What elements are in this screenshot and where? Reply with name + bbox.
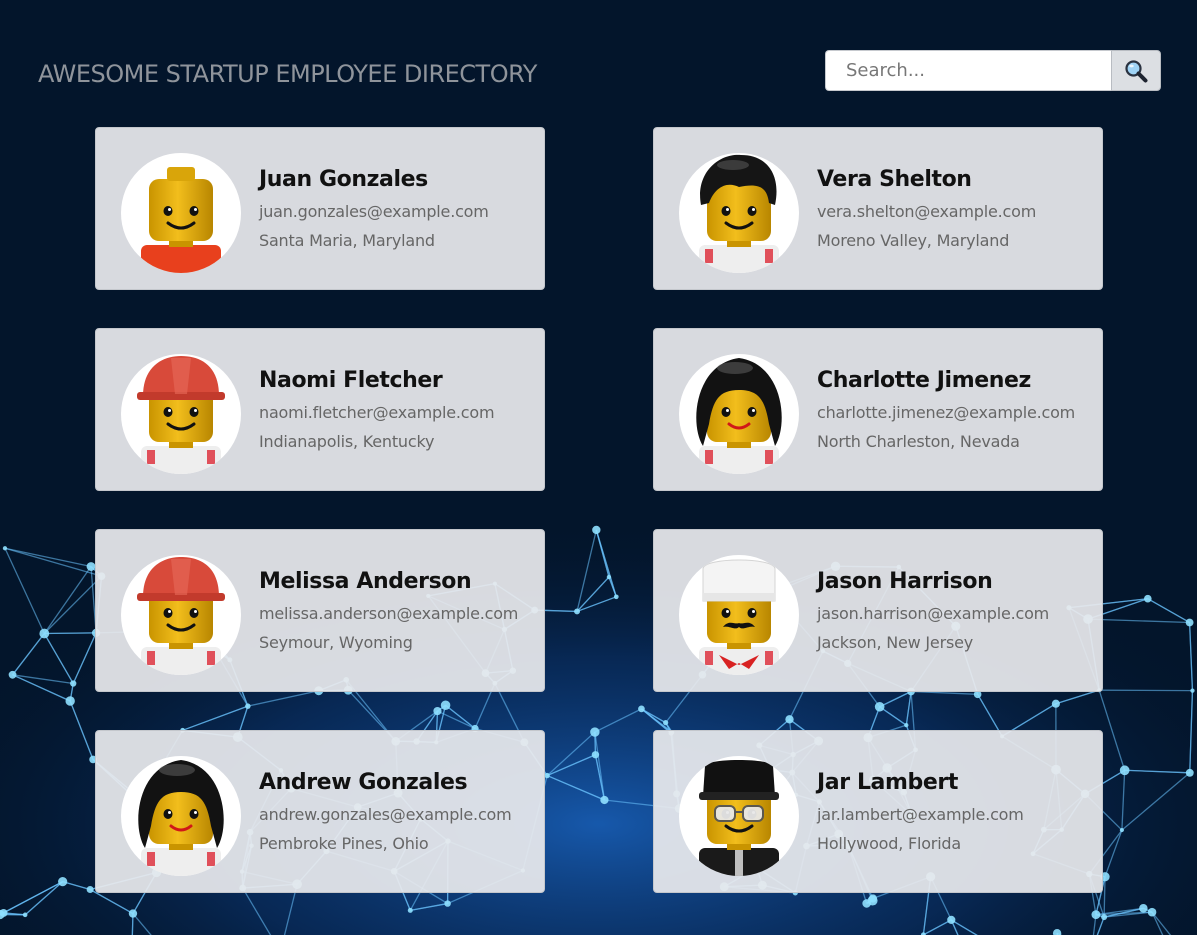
employee-name: Juan Gonzales: [259, 167, 428, 192]
employee-location: North Charleston, Nevada: [817, 432, 1020, 451]
employee-location: Jackson, New Jersey: [817, 633, 973, 652]
employee-avatar: [121, 555, 241, 675]
employee-info: Melissa Anderson melissa.anderson@example…: [259, 567, 536, 657]
employee-email: jason.harrison@example.com: [817, 604, 1050, 623]
employee-name: Andrew Gonzales: [259, 770, 468, 795]
employee-email: jar.lambert@example.com: [817, 805, 1024, 824]
employee-location: Santa Maria, Maryland: [259, 231, 435, 250]
employee-avatar: [121, 153, 241, 273]
employee-email: andrew.gonzales@example.com: [259, 805, 512, 824]
employee-avatar: [121, 354, 241, 474]
employee-card[interactable]: Jar Lambert jar.lambert@example.com Hollyw…: [653, 730, 1103, 893]
employee-avatar: [679, 756, 799, 876]
employee-card[interactable]: Juan Gonzales juan.gonzales@example.com Sa…: [95, 127, 545, 290]
employee-name: Charlotte Jimenez: [817, 368, 1031, 393]
employee-name: Jason Harrison: [817, 569, 993, 594]
employee-email: naomi.fletcher@example.com: [259, 403, 495, 422]
employee-card[interactable]: Naomi Fletcher naomi.fletcher@example.com…: [95, 328, 545, 491]
employee-avatar: [679, 354, 799, 474]
employee-info: Naomi Fletcher naomi.fletcher@example.com…: [259, 366, 536, 456]
employee-info: Vera Shelton vera.shelton@example.com More…: [817, 165, 1094, 255]
employee-name: Melissa Anderson: [259, 569, 472, 594]
employee-location: Indianapolis, Kentucky: [259, 432, 435, 451]
employee-card[interactable]: Melissa Anderson melissa.anderson@example…: [95, 529, 545, 692]
search-form: [825, 50, 1161, 91]
search-input[interactable]: [825, 50, 1111, 91]
employee-card[interactable]: Jason Harrison jason.harrison@example.com…: [653, 529, 1103, 692]
employee-email: charlotte.jimenez@example.com: [817, 403, 1076, 422]
employee-card[interactable]: Andrew Gonzales andrew.gonzales@example.c…: [95, 730, 545, 893]
search-icon: [1125, 59, 1148, 82]
search-button[interactable]: [1111, 50, 1161, 91]
employee-info: Juan Gonzales juan.gonzales@example.com Sa…: [259, 165, 536, 255]
employee-location: Seymour, Wyoming: [259, 633, 413, 652]
employee-name: Jar Lambert: [817, 770, 958, 795]
employee-card[interactable]: Vera Shelton vera.shelton@example.com More…: [653, 127, 1103, 290]
employee-name: Naomi Fletcher: [259, 368, 443, 393]
employee-name: Vera Shelton: [817, 167, 972, 192]
employee-location: Pembroke Pines, Ohio: [259, 834, 429, 853]
page-title: AWESOME STARTUP EMPLOYEE DIRECTORY: [38, 60, 537, 88]
employee-location: Moreno Valley, Maryland: [817, 231, 1010, 250]
employee-avatar: [121, 756, 241, 876]
employee-avatar: [679, 555, 799, 675]
employee-card[interactable]: Charlotte Jimenez charlotte.jimenez@examp…: [653, 328, 1103, 491]
employee-info: Jason Harrison jason.harrison@example.com…: [817, 567, 1094, 657]
employee-email: melissa.anderson@example.com: [259, 604, 519, 623]
employee-email: vera.shelton@example.com: [817, 202, 1037, 221]
employee-info: Charlotte Jimenez charlotte.jimenez@examp…: [817, 366, 1094, 456]
employee-avatar: [679, 153, 799, 273]
employee-info: Jar Lambert jar.lambert@example.com Hollyw…: [817, 768, 1094, 858]
employee-location: Hollywood, Florida: [817, 834, 961, 853]
employee-email: juan.gonzales@example.com: [259, 202, 489, 221]
employee-info: Andrew Gonzales andrew.gonzales@example.c…: [259, 768, 536, 858]
